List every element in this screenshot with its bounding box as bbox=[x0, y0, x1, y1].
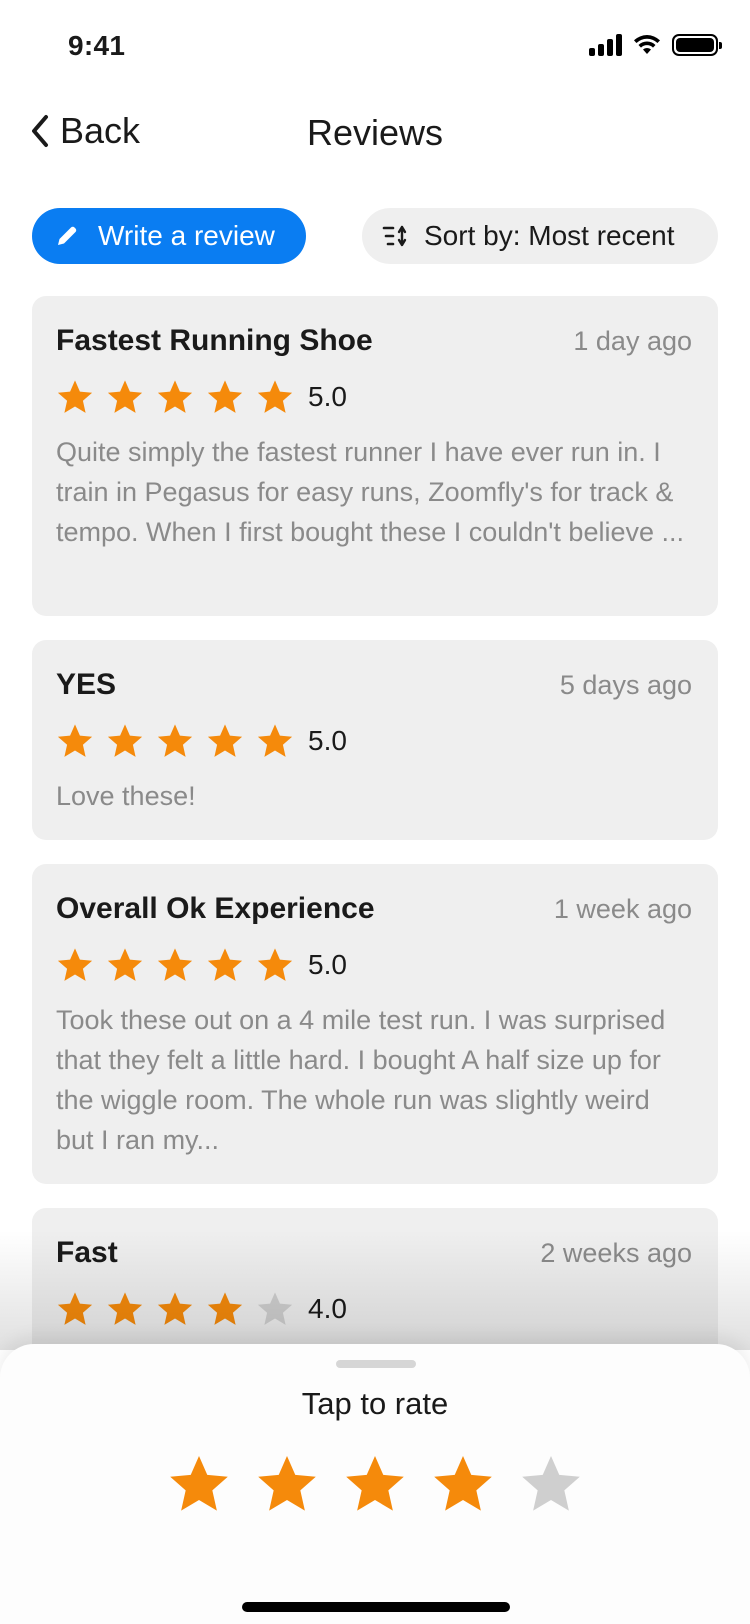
star-filled-icon bbox=[207, 948, 243, 981]
star-filled-icon bbox=[57, 380, 93, 413]
review-title: Fastest Running Shoe bbox=[56, 324, 373, 357]
star-filled-icon bbox=[157, 1292, 193, 1325]
sheet-title: Tap to rate bbox=[301, 1386, 449, 1421]
home-indicator bbox=[242, 1602, 510, 1612]
review-card[interactable]: Overall Ok Experience 1 week ago 5.0 Too… bbox=[32, 864, 718, 1184]
review-title: Overall Ok Experience bbox=[56, 892, 375, 925]
review-date: 5 days ago bbox=[559, 670, 692, 700]
status-icons bbox=[589, 34, 722, 56]
star-filled-icon bbox=[57, 948, 93, 981]
rating-value: 5.0 bbox=[308, 949, 347, 980]
rate-star-4[interactable] bbox=[431, 1452, 495, 1516]
sheet-grabber[interactable] bbox=[336, 1360, 416, 1368]
star-filled-icon bbox=[207, 724, 243, 757]
review-card[interactable]: YES 5 days ago 5.0 Love these! bbox=[32, 640, 718, 840]
review-rating: 5.0 bbox=[56, 722, 347, 760]
review-rating: 5.0 bbox=[56, 946, 347, 984]
review-title: Fast bbox=[56, 1236, 118, 1269]
sort-icon bbox=[382, 225, 407, 247]
review-rating: 5.0 bbox=[56, 378, 347, 416]
page-title: Reviews bbox=[306, 112, 444, 153]
review-date: 2 weeks ago bbox=[540, 1238, 692, 1268]
sort-button[interactable]: Sort by: Most recent bbox=[362, 208, 718, 264]
star-filled-icon bbox=[207, 1292, 243, 1325]
star-filled-icon bbox=[157, 948, 193, 981]
review-rating: 4.0 bbox=[56, 1290, 347, 1328]
star-filled-icon bbox=[257, 948, 293, 981]
write-review-button[interactable]: Write a review bbox=[32, 208, 306, 264]
battery-icon bbox=[672, 34, 722, 56]
pencil-icon bbox=[58, 226, 77, 245]
star-filled-icon bbox=[157, 380, 193, 413]
star-filled-icon bbox=[157, 724, 193, 757]
sort-label: Sort by: Most recent bbox=[424, 220, 675, 251]
rating-value: 5.0 bbox=[308, 381, 347, 412]
star-filled-icon bbox=[107, 1292, 143, 1325]
review-date: 1 week ago bbox=[553, 894, 692, 924]
status-time: 9:41 bbox=[68, 30, 126, 61]
review-actions: Write a review Sort by: Most recent bbox=[32, 208, 718, 264]
rate-star-3[interactable] bbox=[343, 1452, 407, 1516]
star-empty-icon bbox=[257, 1292, 293, 1325]
review-title: YES bbox=[56, 668, 117, 701]
rate-star-1[interactable] bbox=[167, 1452, 231, 1516]
status-bar: 9:41 bbox=[0, 0, 750, 94]
star-filled-icon bbox=[257, 724, 293, 757]
review-date: 1 day ago bbox=[573, 326, 692, 356]
review-card[interactable]: Fastest Running Shoe 1 day ago 5.0 Quite… bbox=[32, 296, 718, 616]
rating-value: 5.0 bbox=[308, 725, 347, 756]
write-review-label: Write a review bbox=[98, 220, 275, 251]
rate-star-5[interactable] bbox=[519, 1452, 583, 1516]
review-body: Love these! bbox=[56, 781, 196, 811]
review-body: Took these out on a 4 mile test run. I w… bbox=[56, 1005, 666, 1155]
star-filled-icon bbox=[57, 1292, 93, 1325]
star-filled-icon bbox=[107, 948, 143, 981]
star-filled-icon bbox=[207, 380, 243, 413]
star-filled-icon bbox=[107, 380, 143, 413]
rating-value: 4.0 bbox=[308, 1293, 347, 1324]
review-body: Quite simply the fastest runner I have e… bbox=[56, 437, 685, 547]
star-filled-icon bbox=[57, 724, 93, 757]
wifi-icon bbox=[634, 35, 660, 54]
rate-star-row bbox=[0, 1452, 750, 1516]
star-filled-icon bbox=[107, 724, 143, 757]
navigation-bar: Back Reviews bbox=[0, 94, 750, 174]
cellular-signal-icon bbox=[589, 34, 622, 56]
rate-star-2[interactable] bbox=[255, 1452, 319, 1516]
star-filled-icon bbox=[257, 380, 293, 413]
rate-bottom-sheet: Tap to rate bbox=[0, 1344, 750, 1624]
